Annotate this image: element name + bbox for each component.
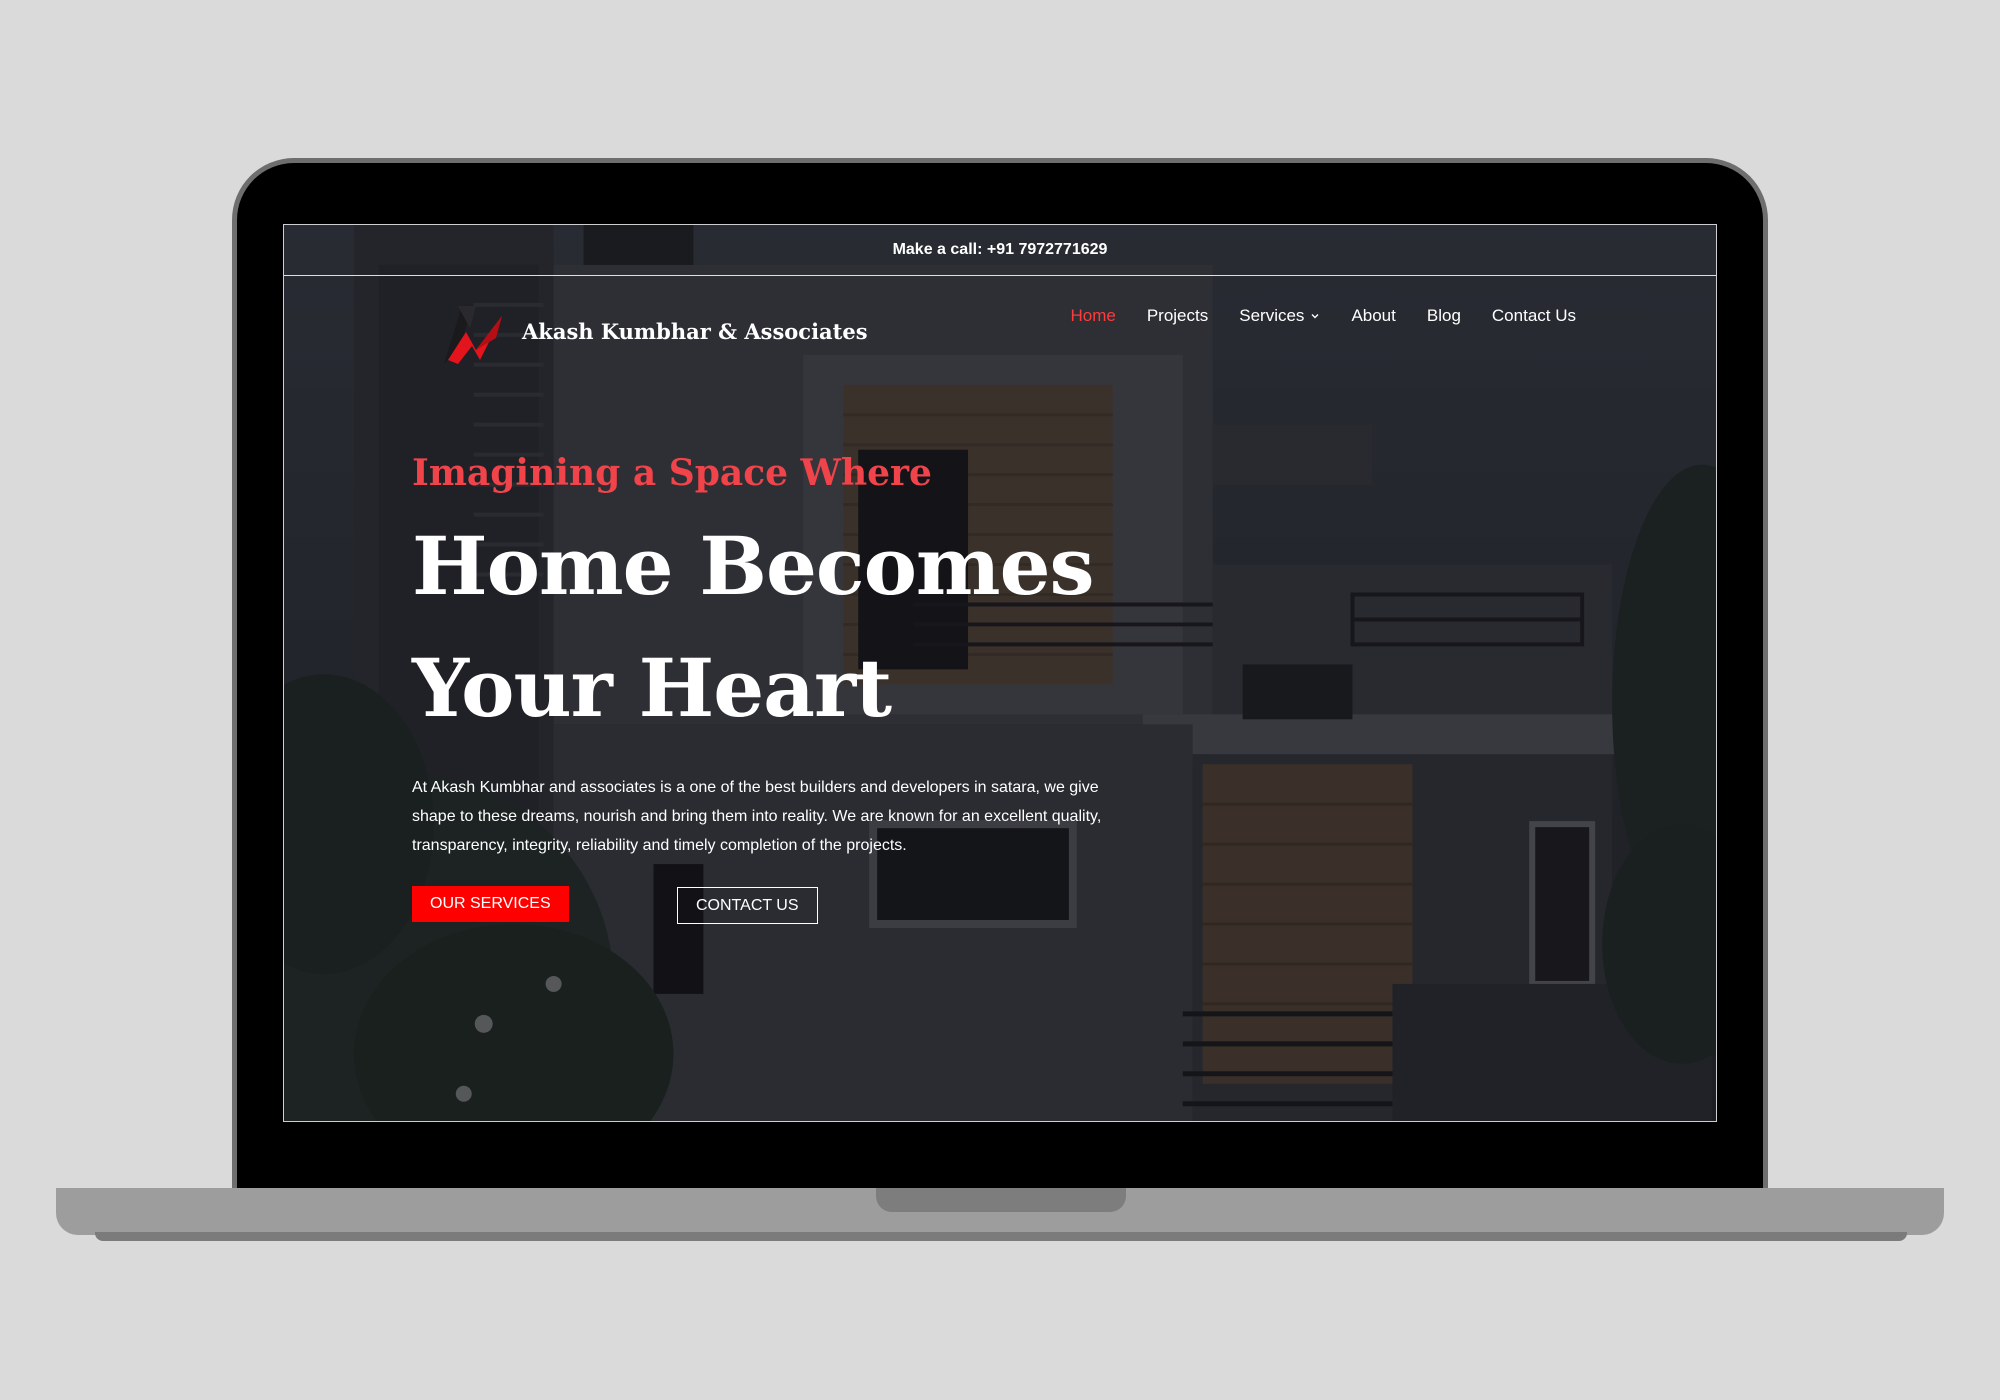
hero-subtitle: Imagining a Space Where <box>412 452 932 494</box>
hero-headline-line2: Your Heart <box>412 641 892 735</box>
laptop-base-shadow <box>95 1232 1907 1241</box>
nav-projects[interactable]: Projects <box>1147 306 1208 326</box>
site-header: Akash Kumbhar & Associates Home Projects… <box>284 276 1716 386</box>
hero-buttons: OUR SERVICES CONTACT US <box>412 886 1152 926</box>
brand-name: Akash Kumbhar & Associates <box>522 318 868 344</box>
call-text[interactable]: Make a call: +91 7972771629 <box>893 241 1108 259</box>
nav-home[interactable]: Home <box>1070 306 1115 326</box>
laptop-notch <box>876 1188 1126 1212</box>
our-services-button[interactable]: OUR SERVICES <box>412 886 569 922</box>
hero-headline-line1: Home Becomes <box>412 519 1095 613</box>
contact-us-button[interactable]: CONTACT US <box>677 887 818 924</box>
brand-logo[interactable]: Akash Kumbhar & Associates <box>436 298 868 364</box>
nav-services[interactable]: Services <box>1239 306 1320 326</box>
nav-contact-us[interactable]: Contact Us <box>1492 306 1576 326</box>
ak-logo-icon <box>444 306 502 364</box>
main-nav: Home Projects Services About Blog Contac… <box>1070 306 1576 326</box>
chevron-down-icon <box>1311 314 1319 319</box>
hero-content: Imagining a Space Where Home Becomes You… <box>412 451 1152 926</box>
top-call-bar: Make a call: +91 7972771629 <box>284 225 1716 276</box>
hero-headline: Home Becomes Your Heart <box>412 505 1152 749</box>
nav-services-label: Services <box>1239 306 1305 325</box>
hero-description: At Akash Kumbhar and associates is a one… <box>412 779 1102 854</box>
nav-blog[interactable]: Blog <box>1427 306 1461 326</box>
website-screen: Make a call: +91 7972771629 Akash Kumbha… <box>283 224 1717 1122</box>
nav-about[interactable]: About <box>1351 306 1395 326</box>
